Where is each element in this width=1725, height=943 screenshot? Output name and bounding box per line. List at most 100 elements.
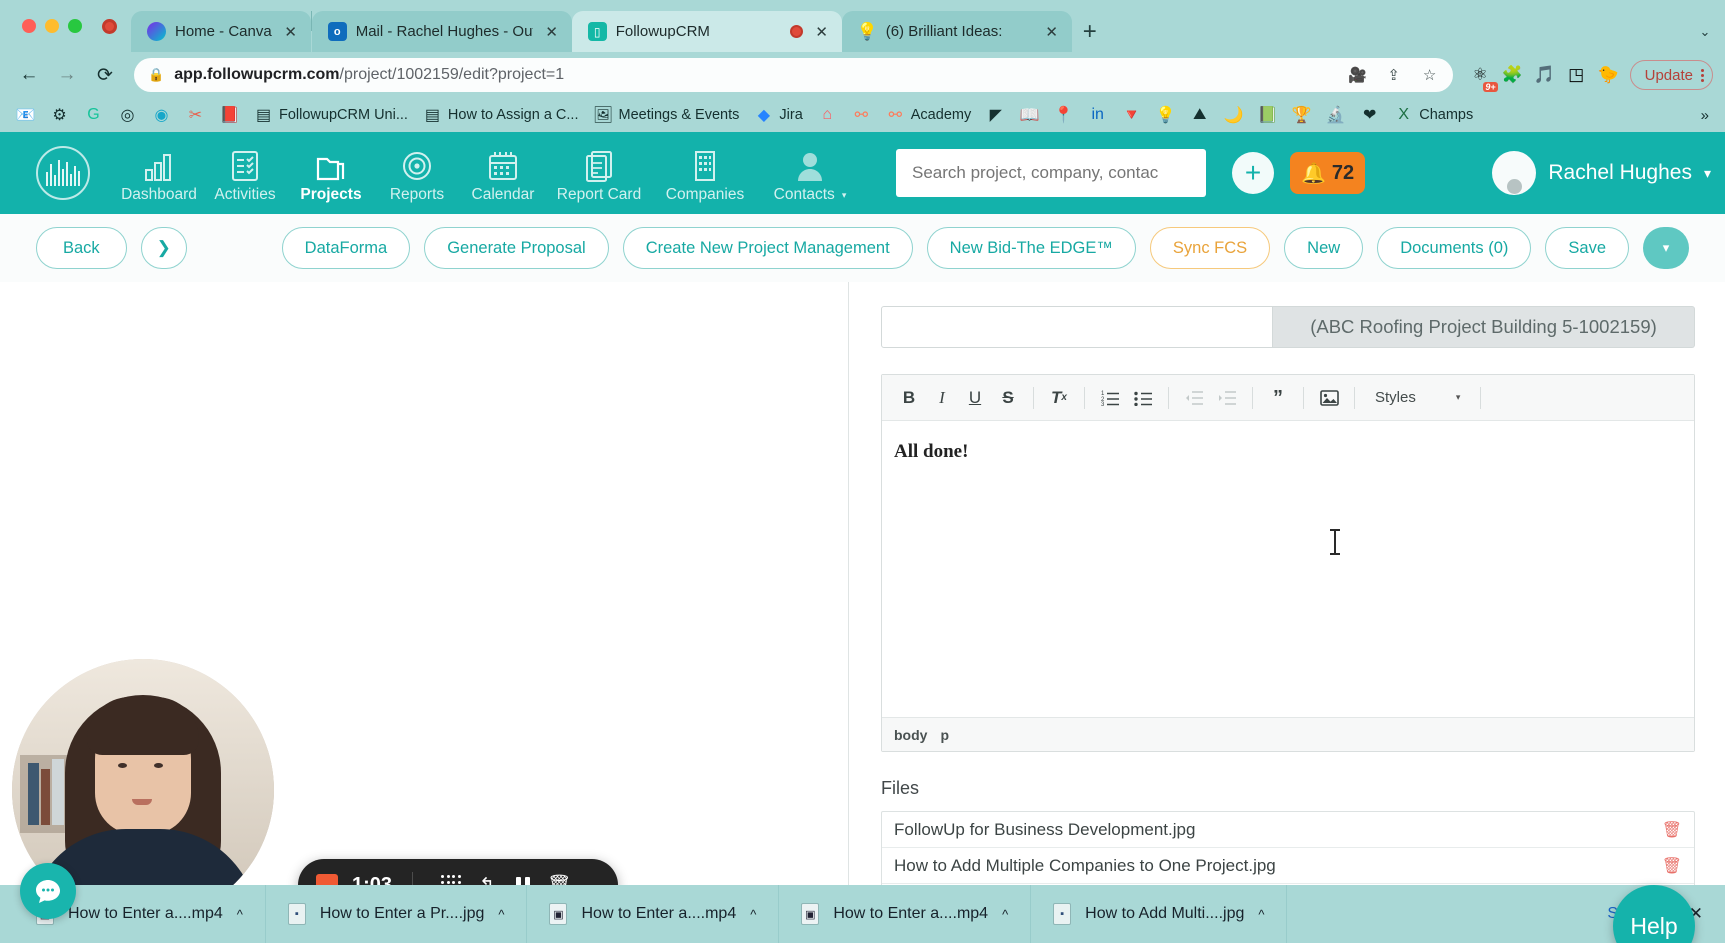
download-item[interactable]: ▪ How to Add Multi....jpg ^ <box>1031 885 1288 943</box>
bookmark-item[interactable]: 💡 <box>1150 103 1181 128</box>
trash-icon[interactable]: 🗑 <box>1662 856 1682 876</box>
bookmark-item-followupcrm-uni[interactable]: ▤ FollowupCRM Uni... <box>248 103 414 128</box>
url-bar[interactable]: 🔒 app.followupcrm.com/project/1002159/ed… <box>134 58 1453 92</box>
numbered-list-button[interactable]: 123 <box>1095 383 1125 413</box>
bookmark-item[interactable]: ◤ <box>980 103 1011 128</box>
close-icon[interactable]: ✕ <box>1042 22 1062 42</box>
bookmark-item-academy[interactable]: ⚯ Academy <box>880 103 977 128</box>
italic-button[interactable]: I <box>927 383 957 413</box>
bookmark-item[interactable]: G <box>78 103 109 128</box>
save-button[interactable]: Save <box>1545 227 1629 269</box>
minimize-window-button[interactable] <box>45 19 59 33</box>
decrease-indent-button[interactable] <box>1179 383 1209 413</box>
remove-format-button[interactable]: Tx <box>1044 383 1074 413</box>
add-new-button[interactable]: + <box>1232 152 1274 194</box>
more-actions-button[interactable]: ▾ <box>1643 227 1689 269</box>
bookmark-item[interactable]: 📍 <box>1048 103 1079 128</box>
back-button[interactable]: Back <box>36 227 127 269</box>
bookmark-item[interactable]: 🏆 <box>1286 103 1317 128</box>
bulleted-list-button[interactable] <box>1128 383 1158 413</box>
bookmark-item[interactable]: ✂ <box>180 103 211 128</box>
followupcrm-logo[interactable] <box>36 146 90 200</box>
create-new-project-management-button[interactable]: Create New Project Management <box>622 227 913 269</box>
nav-item-dashboard[interactable]: Dashboard <box>116 142 202 204</box>
generate-proposal-button[interactable]: Generate Proposal <box>424 227 609 269</box>
browser-tab-canva[interactable]: Home - Canva ✕ <box>131 11 311 52</box>
update-button[interactable]: Update <box>1629 60 1713 90</box>
path-segment-p[interactable]: p <box>940 727 949 743</box>
browser-tab-brilliant-ideas[interactable]: 💡 (6) Brilliant Ideas: ✕ <box>841 11 1072 52</box>
chevron-down-icon[interactable]: ▾ <box>1704 165 1711 182</box>
new-bid-the-edge-button[interactable]: New Bid-The EDGE™ <box>926 227 1136 269</box>
download-item[interactable]: ▣ How to Enter a....mp4 ^ <box>527 885 780 943</box>
nav-item-activities[interactable]: Activities <box>202 142 288 204</box>
file-row[interactable]: How to Add Multiple Companies to One Pro… <box>882 848 1694 884</box>
file-row[interactable]: FollowUp for Business Development.jpg 🗑 <box>882 812 1694 848</box>
bookmark-item[interactable]: ⌂ <box>812 103 843 128</box>
profile-avatar-icon[interactable]: 🐤 <box>1597 64 1620 87</box>
styles-dropdown[interactable]: Styles ▾ <box>1365 383 1470 413</box>
notifications-button[interactable]: 🔔 72 <box>1290 152 1366 194</box>
bookmark-item[interactable]: ⚯ <box>846 103 877 128</box>
chat-support-button[interactable] <box>20 863 76 919</box>
chevron-up-icon[interactable]: ^ <box>750 907 756 922</box>
chevron-up-icon[interactable]: ^ <box>498 907 504 922</box>
nav-item-contacts[interactable]: Contacts ▾ <box>758 142 862 204</box>
file-name[interactable]: How to Add Multiple Companies to One Pro… <box>894 856 1662 876</box>
bookmark-item[interactable]: 📧 <box>10 103 41 128</box>
blockquote-button[interactable]: ” <box>1263 383 1293 413</box>
bookmark-item[interactable]: 🔬 <box>1320 103 1351 128</box>
bookmark-item[interactable]: ◉ <box>146 103 177 128</box>
back-navigation-button[interactable]: ← <box>12 58 46 92</box>
bookmark-item[interactable]: 🌙 <box>1218 103 1249 128</box>
extensions-puzzle-icon[interactable]: 🧩 <box>1501 64 1524 87</box>
bookmark-item-meetings-events[interactable]: 🖼 Meetings & Events <box>587 103 745 128</box>
share-icon[interactable]: ⇪ <box>1381 62 1407 88</box>
nav-item-calendar[interactable]: Calendar <box>460 142 546 204</box>
bookmark-item-champs[interactable]: X Champs <box>1388 103 1479 128</box>
insert-image-button[interactable] <box>1314 383 1344 413</box>
chrome-menu-icon[interactable] <box>1701 68 1704 82</box>
chevron-up-icon[interactable]: ^ <box>1002 907 1008 922</box>
bookmark-item[interactable]: ⚙ <box>44 103 75 128</box>
chevron-down-icon[interactable]: ▾ <box>842 190 847 201</box>
download-item[interactable]: ▪ How to Enter a Pr....jpg ^ <box>266 885 528 943</box>
video-camera-icon[interactable]: 🎥 <box>1345 62 1371 88</box>
user-menu[interactable]: Rachel Hughes ▾ <box>1492 151 1711 195</box>
file-name[interactable]: FollowUp for Business Development.jpg <box>894 820 1662 840</box>
new-tab-button[interactable]: + <box>1072 11 1108 52</box>
reading-list-icon[interactable]: 🎵 <box>1533 64 1556 87</box>
bold-button[interactable]: B <box>894 383 924 413</box>
nav-item-companies[interactable]: Companies <box>652 142 758 204</box>
maximize-window-button[interactable] <box>68 19 82 33</box>
download-item[interactable]: ▣ How to Enter a....mp4 ^ <box>779 885 1032 943</box>
underline-button[interactable]: U <box>960 383 990 413</box>
bookmark-item[interactable]: ⛰ <box>1184 103 1215 128</box>
editor-content-area[interactable]: All done! <box>882 421 1694 717</box>
project-name-input[interactable] <box>881 306 1273 348</box>
dataforma-button[interactable]: DataForma <box>281 227 411 269</box>
bookmark-star-icon[interactable]: ☆ <box>1417 62 1443 88</box>
close-icon[interactable]: ✕ <box>542 22 562 42</box>
sync-fcs-button[interactable]: Sync FCS <box>1149 227 1271 269</box>
close-window-button[interactable] <box>22 19 36 33</box>
chevron-up-icon[interactable]: ^ <box>237 907 243 922</box>
nav-item-reports[interactable]: Reports <box>374 142 460 204</box>
bookmarks-overflow-icon[interactable]: » <box>1701 107 1715 124</box>
bookmark-item[interactable]: 📖 <box>1014 103 1045 128</box>
increase-indent-button[interactable] <box>1212 383 1242 413</box>
bookmark-item[interactable]: ◎ <box>112 103 143 128</box>
bookmark-item[interactable]: 🔻 <box>1116 103 1147 128</box>
forward-button[interactable]: ❯ <box>140 227 187 269</box>
nav-item-report-card[interactable]: Report Card <box>546 142 652 204</box>
documents-button[interactable]: Documents (0) <box>1377 227 1532 269</box>
reload-icon[interactable]: ⟳ <box>88 58 122 92</box>
bookmark-item[interactable]: in <box>1082 103 1113 128</box>
strikethrough-button[interactable]: S <box>993 383 1023 413</box>
bookmark-item[interactable]: 📗 <box>1252 103 1283 128</box>
window-controls[interactable] <box>14 0 94 52</box>
close-icon[interactable]: ✕ <box>812 22 832 42</box>
path-segment-body[interactable]: body <box>894 727 927 743</box>
nav-item-projects[interactable]: Projects <box>288 142 374 204</box>
browser-tab-followupcrm[interactable]: ▯ FollowupCRM ✕ <box>571 11 842 52</box>
